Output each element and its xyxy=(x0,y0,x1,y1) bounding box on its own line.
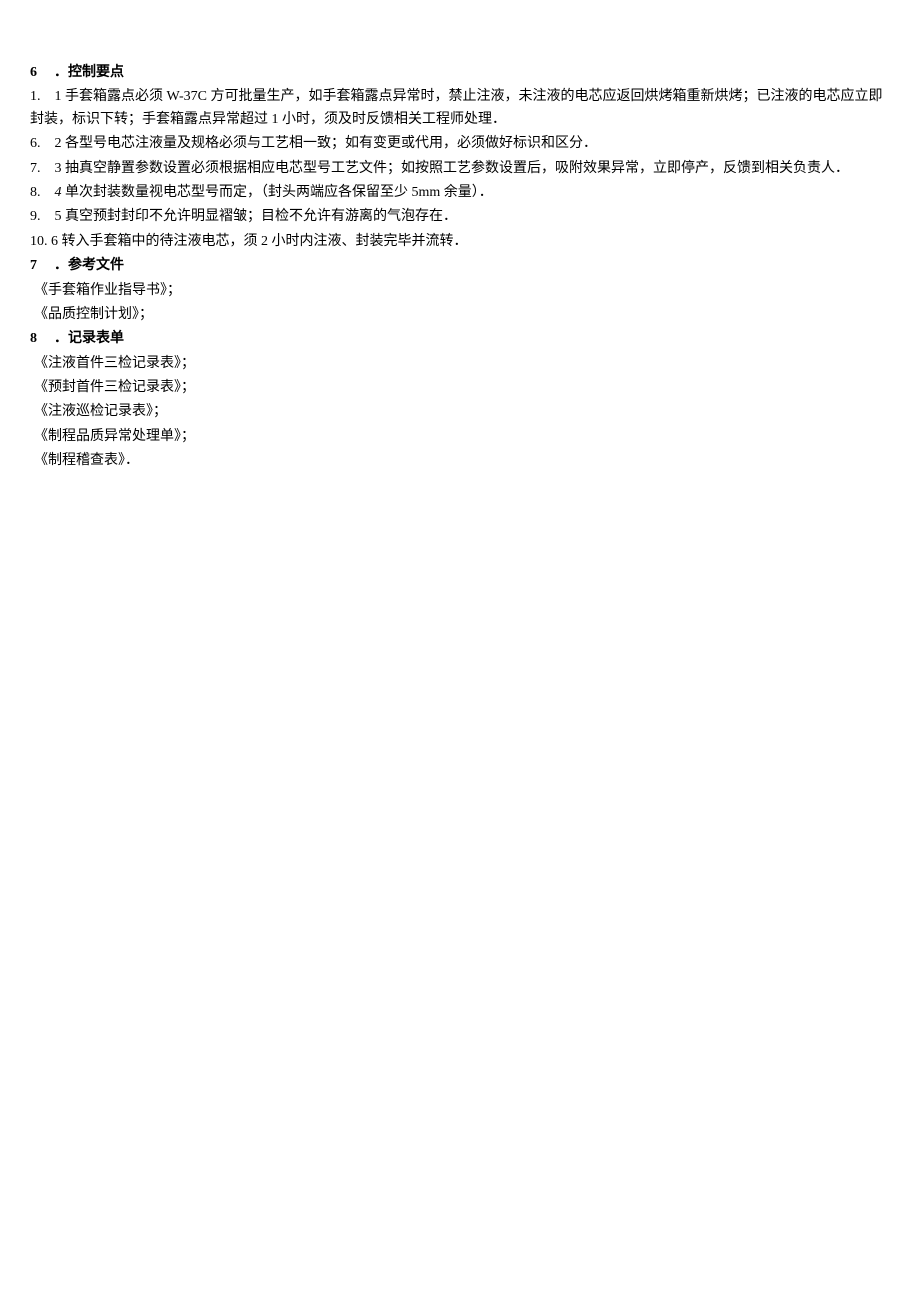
section-6-item-5: 9. 5 真空预封封印不允许明显褶皱；目检不允许有游离的气泡存在． xyxy=(30,206,890,228)
section-6-heading: 6．控制要点 xyxy=(30,62,890,84)
section-6-item-4: 8. 4 单次封装数量视电芯型号而定，（封头两端应各保留至少 5mm 余量）． xyxy=(30,182,890,204)
section-8-num: 8 xyxy=(30,328,54,350)
section-7-num: 7 xyxy=(30,255,54,277)
section-6-item-6: 10. 6 转入手套箱中的待注液电芯，须 2 小时内注液、封装完毕并流转． xyxy=(30,231,890,253)
section-8-item-1: 《注液首件三检记录表》； xyxy=(30,353,890,375)
section-7-item-2: 《品质控制计划》； xyxy=(30,304,890,326)
section-8-heading: 8．记录表单 xyxy=(30,328,890,350)
item-4-prefix: 8. xyxy=(30,185,55,200)
section-8-item-3: 《注液巡检记录表》； xyxy=(30,401,890,423)
section-8-title: ．记录表单 xyxy=(54,331,124,346)
section-8-item-4: 《制程品质异常处理单》； xyxy=(30,426,890,448)
section-6-num: 6 xyxy=(30,62,54,84)
section-8-item-2: 《预封首件三检记录表》； xyxy=(30,377,890,399)
document-content: 6．控制要点 1. 1 手套箱露点必须 W-37C 方可批量生产，如手套箱露点异… xyxy=(30,62,890,473)
item-4-text: 单次封装数量视电芯型号而定，（封头两端应各保留至少 5mm 余量）． xyxy=(65,185,493,200)
section-6-item-2: 6. 2 各型号电芯注液量及规格必须与工艺相一致；如有变更或代用，必须做好标识和… xyxy=(30,133,890,155)
section-7-item-1: 《手套箱作业指导书》； xyxy=(30,280,890,302)
section-6-item-1: 1. 1 手套箱露点必须 W-37C 方可批量生产，如手套箱露点异常时，禁止注液… xyxy=(30,86,890,131)
item-4-italic: 4 xyxy=(55,185,66,200)
section-7-heading: 7．参考文件 xyxy=(30,255,890,277)
section-6-item-3: 7. 3 抽真空静置参数设置必须根据相应电芯型号工艺文件；如按照工艺参数设置后，… xyxy=(30,158,890,180)
section-7-title: ．参考文件 xyxy=(54,258,124,273)
section-6-title: ．控制要点 xyxy=(54,65,124,80)
section-8-item-5: 《制程稽查表》． xyxy=(30,450,890,472)
